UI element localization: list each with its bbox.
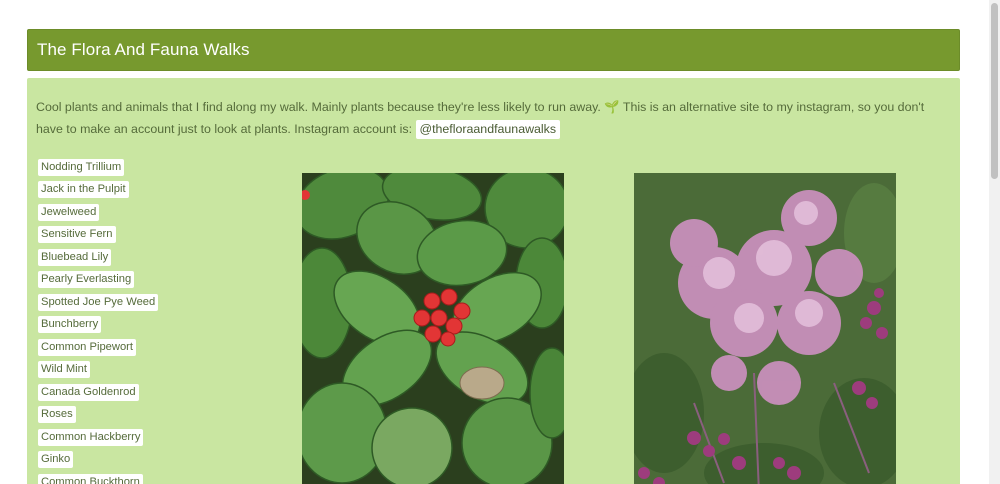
plant-list-item: Spotted Joe Pye Weed (38, 291, 159, 314)
plant-list-item: Ginko (38, 449, 158, 472)
plant-list-item: Roses (38, 404, 158, 427)
plant-list-item: Common Hackberry (38, 426, 158, 449)
plant-list-item: Bluebead Lily (38, 246, 158, 269)
plant-link[interactable]: Spotted Joe Pye Weed (38, 293, 159, 311)
plant-list-item: Bunchberry (38, 314, 158, 337)
site-header: The Flora And Fauna Walks (27, 29, 960, 71)
plant-link[interactable]: Pearly Everlasting (38, 271, 135, 289)
plant-list-item: Pearly Everlasting (38, 269, 158, 292)
site-title: The Flora And Fauna Walks (37, 40, 250, 59)
plant-link[interactable]: Jewelweed (38, 203, 100, 221)
plant-link[interactable]: Canada Goldenrod (38, 383, 139, 401)
plant-link[interactable]: Sensitive Fern (38, 226, 116, 244)
plant-list-item: Nodding Trillium (38, 156, 158, 179)
plant-list-item: Wild Mint (38, 359, 158, 382)
intro-text: Cool plants and animals that I find alon… (36, 96, 951, 140)
plant-link[interactable]: Wild Mint (38, 361, 90, 379)
plant-link[interactable]: Nodding Trillium (38, 158, 125, 176)
plant-list: Nodding Trillium Jack in the Pulpit Jewelw… (38, 156, 159, 484)
plant-list-item: Sensitive Fern (38, 224, 158, 247)
plant-link[interactable]: Bunchberry (38, 316, 102, 334)
plant-link[interactable]: Common Pipewort (38, 338, 137, 356)
plant-list-item: Jack in the Pulpit (38, 179, 158, 202)
plant-link[interactable]: Common Hackberry (38, 428, 144, 446)
plant-link[interactable]: Jack in the Pulpit (38, 181, 129, 199)
plant-link[interactable]: Bluebead Lily (38, 248, 112, 266)
plant-link[interactable]: Ginko (38, 451, 74, 469)
page-scrollbar[interactable] (989, 0, 1000, 484)
plant-link[interactable]: Roses (38, 406, 76, 424)
bunchberry-photo[interactable] (302, 173, 564, 484)
main-content: Cool plants and animals that I find alon… (27, 78, 960, 484)
joe-pye-weed-photo[interactable] (634, 173, 896, 484)
scrollbar-thumb[interactable] (991, 3, 998, 179)
plant-list-item: Canada Goldenrod (38, 381, 158, 404)
plant-list-item: Jewelweed (38, 201, 158, 224)
instagram-link[interactable]: @thefloraandfaunawalks (415, 120, 561, 139)
plant-list-item: Common Pipewort (38, 336, 158, 359)
plant-link[interactable]: Common Buckthorn (38, 473, 143, 484)
plant-list-item: Common Buckthorn (38, 471, 158, 484)
